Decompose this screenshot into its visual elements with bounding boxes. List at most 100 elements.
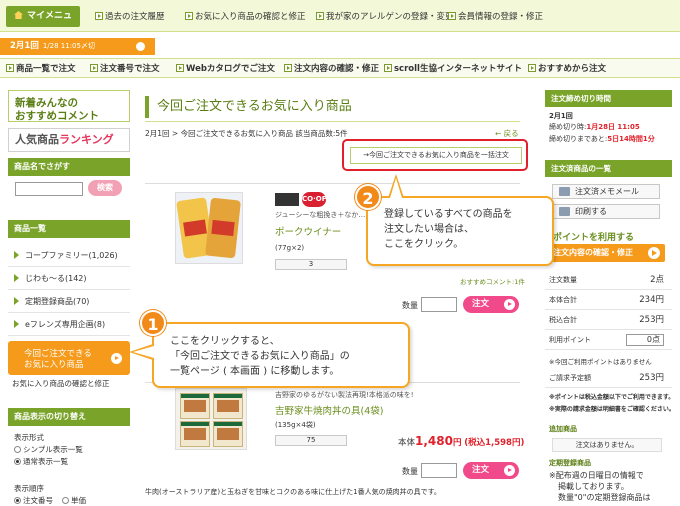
product-image[interactable]: [175, 192, 243, 264]
use-points-link[interactable]: ポイントを利用する: [553, 230, 634, 243]
divider: [145, 183, 520, 184]
product-image[interactable]: [175, 388, 247, 450]
order-round-selector[interactable]: 2月1回 1/28 11:05〆切: [0, 38, 155, 55]
arrow-square-icon: [384, 64, 392, 72]
product-spec: (135g×4袋): [275, 421, 316, 429]
nav-web-catalog[interactable]: Webカタログでご注文: [176, 62, 275, 74]
qty-input[interactable]: [421, 463, 457, 478]
category-item[interactable]: 定期登録商品(70): [8, 291, 130, 313]
expected-total-row: ご請求予定額 253円: [545, 368, 672, 388]
order-number-radio[interactable]: 注文番号: [14, 495, 53, 506]
radio-icon: [14, 446, 21, 453]
favorites-button[interactable]: 今回ご注文できる お気に入り商品: [8, 341, 130, 375]
confirm-order-button[interactable]: 注文内容の確認・修正: [545, 244, 665, 262]
display-simple-radio[interactable]: シンプル表示一覧: [14, 444, 83, 455]
order-history-link[interactable]: 過去の注文履歴: [95, 10, 165, 22]
summary-row: 注文数量 2点: [545, 270, 672, 290]
print-button[interactable]: 印刷する: [552, 204, 660, 219]
my-menu-button[interactable]: マイメニュー: [6, 6, 80, 42]
arrow-square-icon: [6, 64, 14, 72]
product-description: 牛肉(オーストラリア産)と玉ねぎを甘味とコクのある味に仕上げた1番人気の焼肉丼の…: [145, 488, 441, 496]
display-format-label: 表示形式: [14, 433, 44, 442]
order-price-radio[interactable]: 単価: [62, 495, 86, 506]
arrow-circle-icon: [504, 465, 515, 476]
regular-heading: 定期登録商品: [549, 459, 591, 467]
cart-empty-box: 注文はありません。: [552, 438, 662, 452]
regular-note: 掲載しております。: [558, 482, 629, 491]
regular-note: ※配布週の日曜日の情報で: [549, 471, 644, 480]
deadline-heading: 注文締め切り時間: [545, 90, 672, 107]
radio-selected-icon: [14, 497, 21, 504]
favorites-edit-link[interactable]: お気に入り商品の確認と修正: [12, 378, 110, 389]
order-button[interactable]: 注文: [463, 462, 519, 479]
arrow-square-icon: [528, 64, 536, 72]
arrow-square-icon: [448, 12, 456, 20]
arrow-square-icon: [185, 12, 193, 20]
allergen-link[interactable]: 我が家のアレルゲンの登録・変更: [316, 10, 454, 22]
product-price: 本体1,480円 (税込1,598円): [398, 434, 525, 448]
arrow-circle-icon: [648, 247, 660, 259]
home-icon: [14, 11, 23, 19]
dropdown-icon: [136, 42, 145, 51]
deadline-time: 締め切り時:1月28日 11:05: [549, 123, 640, 131]
nav-number-order[interactable]: 注文番号で注文: [90, 62, 160, 74]
favorites-check-link[interactable]: お気に入り商品の確認と修正: [185, 10, 306, 22]
ranking-banner[interactable]: 人気商品ランキング: [8, 128, 130, 152]
qty-input[interactable]: [421, 297, 457, 312]
nav-scroll-site[interactable]: scroll生協インターネットサイト: [384, 62, 522, 74]
registered-qty: 3: [275, 259, 347, 270]
divider: [145, 121, 520, 122]
ordered-list-heading: 注文済商品の一覧: [545, 160, 672, 177]
callout-pointer: [390, 178, 402, 198]
category-item[interactable]: コープファミリー(1,026): [8, 245, 130, 267]
search-input[interactable]: [15, 182, 83, 196]
mail-icon: [559, 187, 570, 196]
comment-count-link[interactable]: おすすめコメント:1件: [460, 276, 525, 286]
coop-logo: CO·OP: [302, 192, 327, 207]
regular-note: 数量"0"の定期登録商品は: [558, 493, 651, 502]
search-button[interactable]: 検索: [88, 180, 122, 196]
cart-heading: 追加商品: [549, 425, 577, 433]
memo-mail-button[interactable]: 注文済メモメール: [552, 184, 660, 199]
triangle-icon: [14, 297, 19, 305]
nav-recommend[interactable]: おすすめから注文: [528, 62, 606, 74]
radio-selected-icon: [14, 458, 21, 465]
member-info-link[interactable]: 会員情報の登録・修正: [448, 10, 543, 22]
radio-icon: [62, 497, 69, 504]
triangle-icon: [14, 251, 19, 259]
deadline-remaining: 締め切りまであと:5日14時間1分: [549, 135, 655, 143]
page-title: 今回ご注文できるお気に入り商品: [145, 96, 520, 118]
points-rule-note: ※ポイントは税込金額以下でご利用できます。: [549, 394, 675, 401]
arrow-circle-icon: [504, 299, 515, 310]
step-badge: 2: [355, 184, 381, 210]
points-note: ※今回ご利用ポイントはありません: [549, 358, 652, 366]
points-input[interactable]: 0点: [626, 334, 664, 346]
breadcrumb: 2月1回 > 今回ご注文できるお気に入り商品 該当商品数:5件: [145, 129, 348, 138]
callout-pointer: [133, 346, 154, 358]
product-name-link[interactable]: 吉野家牛焼肉丼の具(4袋): [275, 403, 383, 417]
arrow-square-icon: [90, 64, 98, 72]
printer-icon: [559, 207, 570, 216]
category-item[interactable]: じわも～る(142): [8, 268, 130, 290]
new-comments-banner[interactable]: 新着みんなの おすすめコメント: [8, 90, 130, 122]
deadline-round: 2月1回: [549, 112, 573, 120]
label-icon: [275, 193, 299, 206]
arrow-square-icon: [284, 64, 292, 72]
back-link[interactable]: ← 戻る: [495, 128, 519, 139]
product-catch: ジューシーな粗挽き＋なか…: [275, 211, 366, 219]
arrow-square-icon: [176, 64, 184, 72]
arrow-square-icon: [95, 12, 103, 20]
summary-row: 税込合計 253円: [545, 310, 672, 330]
nav-list-order[interactable]: 商品一覧で注文: [6, 62, 76, 74]
callout-2: 登録しているすべての商品を 注文したい場合は、 ここをクリック。: [366, 196, 554, 266]
display-normal-radio[interactable]: 通常表示一覧: [14, 456, 68, 467]
arrow-circle-icon: [111, 353, 122, 364]
order-button[interactable]: 注文: [463, 296, 519, 313]
product-catch: 吉野家のゆるがない製法再現!本格派の味を!: [275, 391, 414, 399]
triangle-icon: [14, 274, 19, 282]
points-row: 利用ポイント 0点: [545, 330, 672, 350]
product-name-link[interactable]: ポークウイナー: [275, 224, 341, 238]
nav-order-confirm[interactable]: 注文内容の確認・修正: [284, 62, 379, 74]
order-label: 表示順序: [14, 484, 44, 493]
category-item[interactable]: eフレンズ専用企画(8): [8, 314, 130, 336]
